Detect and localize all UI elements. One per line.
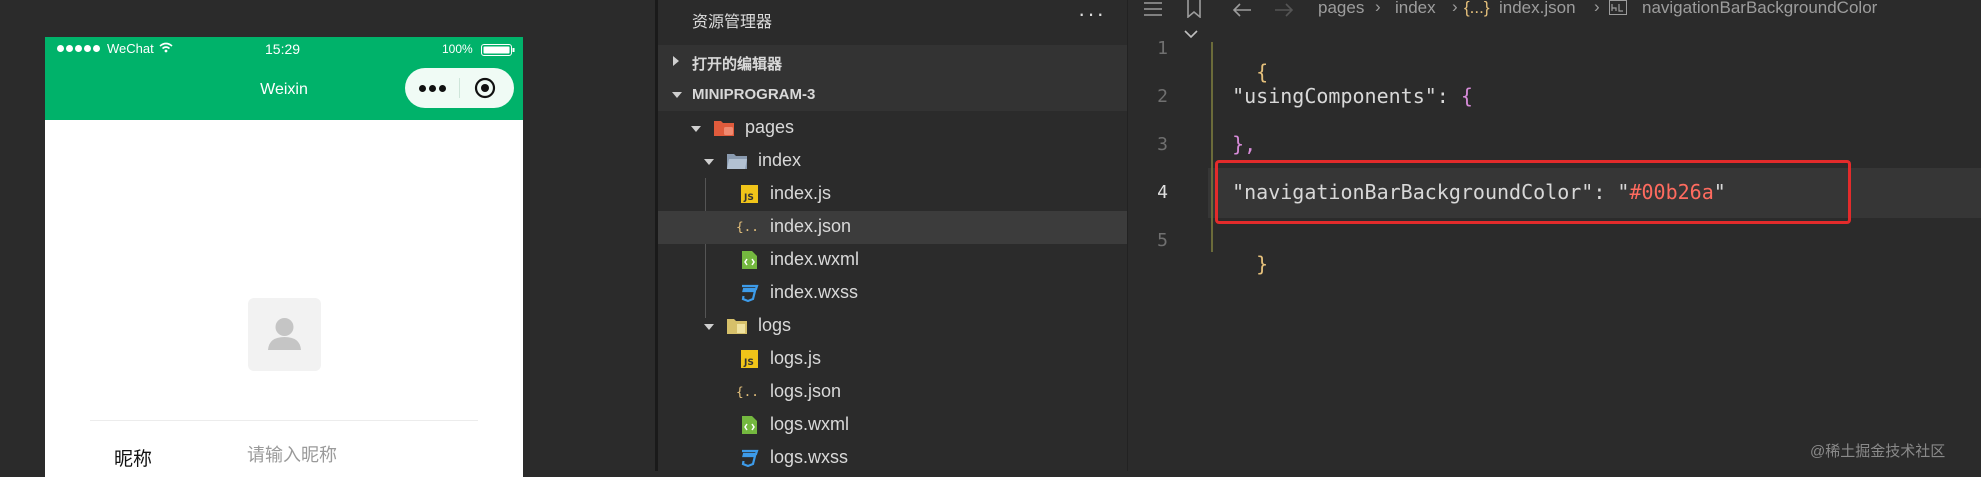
svg-text:JS: JS [743,358,754,368]
annotation-highlight-box [1215,160,1851,224]
signal-icon [57,45,100,52]
line-number: 3 [1157,134,1168,155]
tree-item-logs-js[interactable]: JS logs.js [658,343,1128,376]
chevron-down-icon [672,92,682,98]
phone-screen: WeChat 15:29 100% Weixin 昵称 请输入昵称 [45,37,523,477]
tree-item-index-wxss[interactable]: index.wxss [658,277,1128,310]
list-icon[interactable] [1142,0,1164,18]
svg-text:{..}: {..} [736,384,758,399]
section-open-editors[interactable]: 打开的编辑器 [658,45,1128,78]
folder-logs-icon [727,319,747,334]
watermark: @稀土掘金技术社区 [1810,443,1946,460]
chevron-right-icon: › [1594,0,1600,16]
bookmark-icon[interactable] [1186,0,1202,18]
chevron-right-icon: › [1452,0,1458,16]
tree-label: pages [745,117,795,137]
line-number: 1 [1157,38,1168,59]
line-number: 5 [1157,230,1168,251]
nickname-label: 昵称 [114,449,153,470]
tree-item-pages[interactable]: pages [658,112,1128,145]
code-line-2[interactable]: "usingComponents": { [1208,84,1473,108]
carrier-name: WeChat [107,41,154,56]
form-divider [90,420,478,421]
menu-capsule [405,68,514,108]
tree-label: logs.wxss [770,447,849,467]
chevron-down-icon [691,126,701,132]
tree-label: index.wxss [770,282,859,302]
wxss-file-icon [741,449,759,468]
forward-arrow-icon[interactable] [1273,2,1295,18]
status-bar: WeChat 15:29 100% [45,37,523,62]
breadcrumb-pages[interactable]: pages [1318,0,1364,18]
wxss-file-icon [741,284,759,303]
close-miniprogram-icon[interactable] [474,77,496,99]
tree-label: logs.json [770,381,842,401]
more-dots-icon[interactable] [419,85,446,92]
battery-percent: 100% [442,42,473,56]
battery-icon [481,44,515,56]
tree-label: logs.js [770,348,822,368]
breadcrumb-property[interactable]: navigationBarBackgroundColor [1642,0,1877,18]
string-property-icon [1609,0,1627,15]
line-number: 2 [1157,86,1168,107]
breadcrumb-file[interactable]: index.json [1499,0,1576,18]
fold-chevron-icon[interactable] [1184,29,1198,39]
tree-item-index-wxml[interactable]: index.wxml [658,244,1128,277]
explorer-more-button[interactable]: ··· [1078,1,1106,27]
file-explorer: 资源管理器 ··· 打开的编辑器 MINIPROGRAM-3 pages ind… [658,0,1128,471]
code-line-5[interactable]: } [1208,228,1268,300]
tree-item-logs-wxml[interactable]: logs.wxml [658,409,1128,442]
chevron-right-icon [673,56,679,66]
line-number-active: 4 [1157,182,1168,203]
tree-label: logs [758,315,792,335]
tree-label: index.json [770,216,852,236]
wxml-file-icon [742,251,757,269]
chevron-down-icon [704,324,714,330]
js-file-icon: JS [741,350,758,368]
capsule-divider [459,78,460,98]
folder-open-icon [727,154,747,169]
chevron-down-icon [704,159,714,165]
tree-label: index.wxml [770,249,860,269]
simulator-panel: WeChat 15:29 100% Weixin 昵称 请输入昵称 [0,0,655,477]
navigation-bar: Weixin [45,62,523,120]
svg-text:{..}: {..} [736,219,758,234]
tree-label: logs.wxml [770,414,850,434]
tree-item-index-js[interactable]: JS index.js [658,178,1128,211]
svg-text:JS: JS [743,193,754,203]
code-line-3[interactable]: }, [1208,132,1256,156]
tree-label: index [758,150,802,170]
folder-pages-icon [714,121,734,136]
json-icon: {...} [1464,0,1490,17]
nickname-input[interactable] [247,445,447,466]
js-file-icon: JS [741,185,758,203]
json-file-icon: {..} [736,384,758,399]
wifi-icon [159,42,173,53]
tree-label: index.js [770,183,832,203]
back-arrow-icon[interactable] [1231,2,1253,18]
avatar-button[interactable] [248,298,321,371]
chevron-right-icon: › [1375,0,1381,16]
tree-item-index-json[interactable]: {..} index.json [658,211,1128,244]
user-avatar-icon [268,318,301,350]
tree-item-logs-wxss[interactable]: logs.wxss [658,442,1128,475]
tree-item-index-folder[interactable]: index [658,145,1128,178]
explorer-title: 资源管理器 [692,14,773,31]
section-label: 打开的编辑器 [692,56,783,73]
section-label: MINIPROGRAM-3 [692,86,816,103]
json-file-icon: {..} [736,219,758,234]
tree-item-logs-json[interactable]: {..} logs.json [658,376,1128,409]
tree-item-logs-folder[interactable]: logs [658,310,1128,343]
section-miniprogram[interactable]: MINIPROGRAM-3 [658,78,1128,111]
breadcrumb: pages › index › {...} index.json › navig… [1128,0,1981,20]
breadcrumb-index[interactable]: index [1395,0,1436,18]
wxml-file-icon [742,416,757,434]
code-editor: pages › index › {...} index.json › navig… [1128,0,1981,471]
status-time: 15:29 [265,41,301,57]
